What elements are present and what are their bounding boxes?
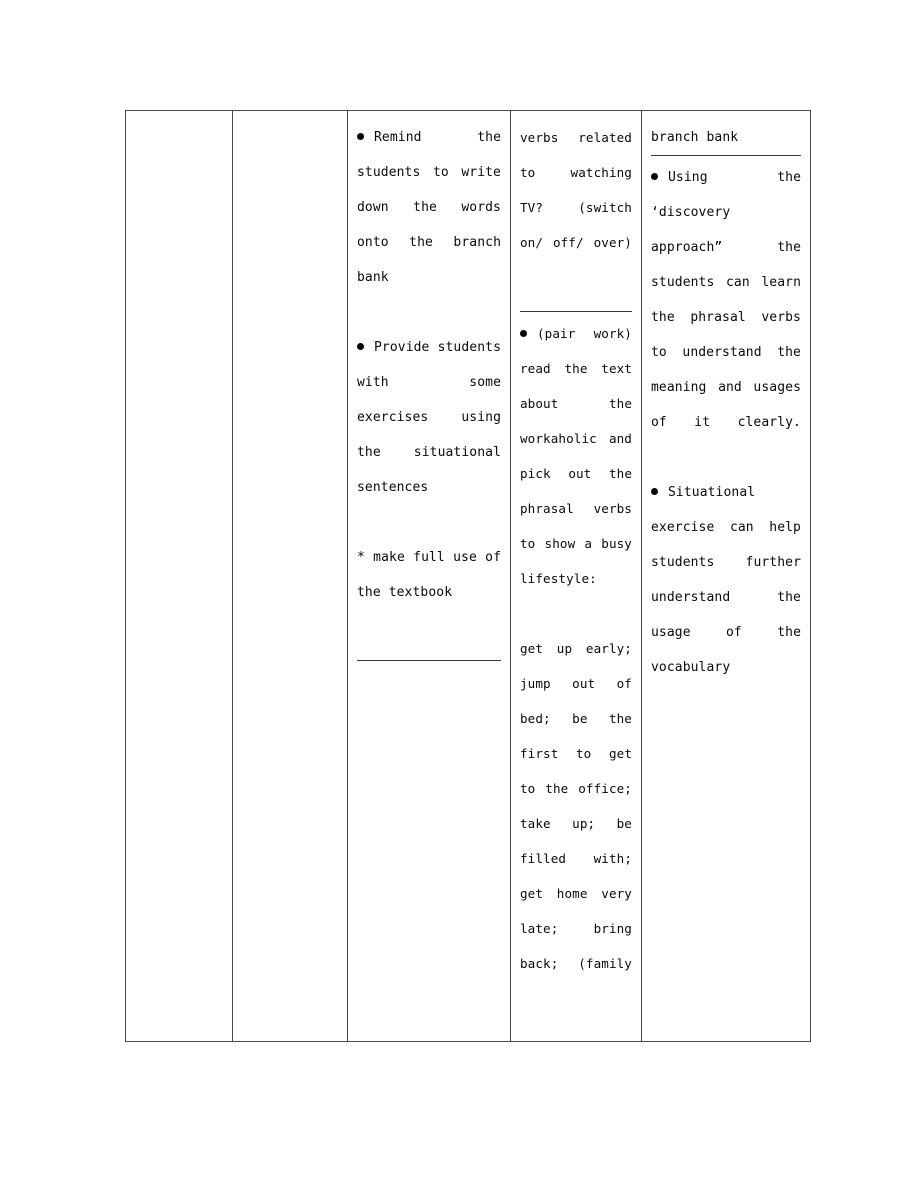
column-4-content: verbs related to watching TV? (switch on… [511, 111, 641, 1041]
col5-bullet-1-text: the ‘discovery approach” the students ca… [651, 170, 801, 430]
column-1-content [126, 111, 232, 1041]
bullet-dot-icon [651, 488, 658, 495]
col5-bullet-2-text: exercise can help students further under… [651, 520, 801, 675]
col3-bullet-1-label: Remind [374, 130, 422, 145]
col4-phrasal-verb-list: get up early; jump out of bed; be the fi… [520, 641, 632, 971]
col3-separator-rule [357, 660, 501, 661]
bullet-dot-icon [357, 343, 364, 350]
table-row: Remind the students to write down the wo… [125, 110, 811, 1042]
column-2-content [233, 111, 347, 1041]
bullet-dot-icon [357, 133, 364, 140]
col5-bullet-1-label: Using [668, 170, 708, 185]
col3-bullet-1-text: the students to write down the words ont… [357, 130, 501, 285]
col3-bullet-1-paragraph: Remind the students to write down the wo… [357, 120, 501, 330]
col3-bullet-2-text: students with some exercises using the s… [357, 340, 501, 495]
table-cell-column-2 [232, 110, 348, 1042]
bullet-dot-icon [520, 330, 527, 337]
col4-bullet-label: (pair [537, 326, 576, 341]
table-cell-column-5: branch bank Using the ‘discovery approac… [641, 110, 811, 1042]
col5-bullet-2-paragraph: Situational exercise can help students f… [651, 475, 801, 720]
table-cell-column-1 [125, 110, 233, 1042]
col3-bullet-2-label: Provide [374, 340, 430, 355]
col5-bullet-2-label: Situational [668, 485, 756, 500]
col4-intro-paragraph: verbs related to watching TV? (switch on… [520, 130, 632, 250]
table-cell-column-4: verbs related to watching TV? (switch on… [510, 110, 642, 1042]
col4-bullet-text: work) read the text about the workaholic… [520, 326, 632, 586]
column-5-content: branch bank Using the ‘discovery approac… [642, 111, 810, 1041]
bullet-dot-icon [651, 173, 658, 180]
column-3-content: Remind the students to write down the wo… [348, 111, 510, 1041]
col5-heading: branch bank [651, 130, 739, 145]
table-cell-column-3: Remind the students to write down the wo… [347, 110, 511, 1042]
col5-bullet-1-paragraph: Using the ‘discovery approach” the stude… [651, 160, 801, 475]
col4-bullet-paragraph: (pair work) read the text about the work… [520, 316, 632, 631]
col3-bullet-2-paragraph: Provide students with some exercises usi… [357, 330, 501, 540]
document-page: Remind the students to write down the wo… [0, 0, 920, 1192]
lesson-plan-table: Remind the students to write down the wo… [125, 110, 811, 1042]
col3-note-paragraph: * make full use of the textbook [357, 550, 501, 600]
